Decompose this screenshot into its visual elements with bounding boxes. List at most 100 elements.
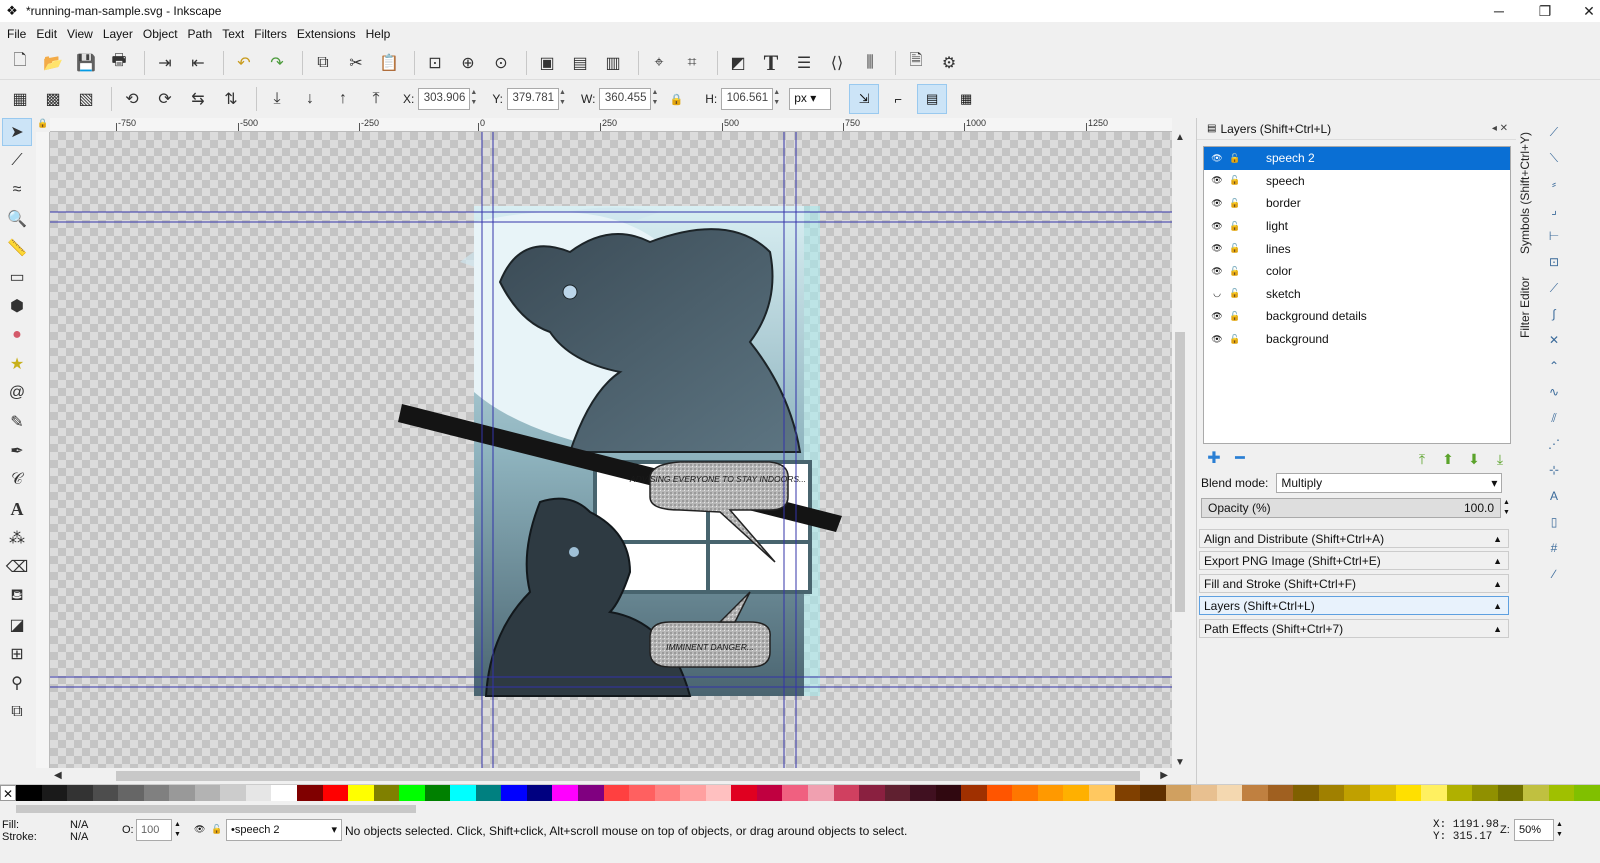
minimize-button[interactable]: ─ <box>1476 0 1522 22</box>
scroll-left-icon[interactable]: ◀ <box>54 770 62 781</box>
clone-icon[interactable]: ▥ <box>599 49 627 77</box>
layer-lock-icon[interactable]: 🔓 <box>211 824 222 835</box>
mesh-tool-icon[interactable]: ⊞ <box>2 640 32 668</box>
undo-icon[interactable]: ↶ <box>230 49 258 77</box>
scroll-thumb[interactable] <box>16 805 416 813</box>
visibility-eye-icon[interactable]: 👁 <box>1210 198 1224 209</box>
tab-filter-editor[interactable]: Filter Editor <box>1518 262 1536 338</box>
color-swatch[interactable] <box>603 785 630 801</box>
snap-bbox-icon[interactable]: ⟍ <box>1542 146 1566 170</box>
snap-bbox-corner-icon[interactable]: ⌟ <box>1542 198 1566 222</box>
lock-icon[interactable]: 🔓 <box>1228 221 1242 232</box>
selector-tool-icon[interactable]: ➤ <box>2 118 32 146</box>
color-swatch[interactable] <box>1395 785 1422 801</box>
x-input[interactable]: 303.906 <box>418 88 471 110</box>
tab-symbols[interactable]: Symbols (Shift+Ctrl+Y) <box>1518 124 1536 254</box>
ungroup-icon[interactable]: ▤ <box>566 49 594 77</box>
color-swatch[interactable] <box>373 785 400 801</box>
scale-corners-toggle[interactable]: ⌐ <box>883 84 913 114</box>
layer-row-sketch[interactable]: ◡ 🔓 sketch <box>1204 283 1510 306</box>
color-swatch[interactable] <box>1037 785 1064 801</box>
color-swatch[interactable] <box>194 785 221 801</box>
spray-tool-icon[interactable]: ⁂ <box>2 524 32 552</box>
horizontal-ruler[interactable]: -750 -500 -250 0 250 500 750 1000 1250 <box>50 118 1172 132</box>
color-swatch[interactable] <box>680 785 706 801</box>
lock-icon[interactable]: 🔓 <box>1228 311 1242 322</box>
menu-extensions[interactable]: Extensions <box>297 27 356 41</box>
panel-align-distribute[interactable]: Align and Distribute (Shift+Ctrl+A) ▲ <box>1199 529 1509 548</box>
rectangle-tool-icon[interactable]: ▭ <box>2 263 32 291</box>
color-swatch[interactable] <box>220 785 246 801</box>
zoom-drawing-icon[interactable]: ⊕ <box>454 49 482 77</box>
flip-vertical-icon[interactable]: ⇅ <box>217 85 245 113</box>
snap-path-icon[interactable]: ∫ <box>1542 302 1566 326</box>
color-swatch[interactable] <box>41 785 68 801</box>
color-swatch[interactable] <box>1293 785 1319 801</box>
flip-horizontal-icon[interactable]: ⇆ <box>184 85 212 113</box>
snap-page-border-icon[interactable]: ▯ <box>1542 510 1566 534</box>
raise-top-icon[interactable]: ⤒ <box>362 85 390 113</box>
zoom-input[interactable]: 50% <box>1514 819 1554 841</box>
color-swatch[interactable] <box>1369 785 1396 801</box>
cut-icon[interactable]: ✂ <box>342 49 370 77</box>
lock-icon[interactable]: 🔓 <box>1228 243 1242 254</box>
color-swatch[interactable] <box>143 785 170 801</box>
opacity-spinner-icon[interactable]: ▲ ▼ <box>1503 498 1510 518</box>
color-swatch[interactable] <box>1012 785 1038 801</box>
layer-row-light[interactable]: 👁 🔓 light <box>1204 215 1510 238</box>
panel-fill-stroke[interactable]: Fill and Stroke (Shift+Ctrl+F) ▲ <box>1199 574 1509 593</box>
color-swatch[interactable] <box>1446 785 1473 801</box>
unit-select[interactable]: px ▾ <box>789 88 832 110</box>
panel-path-effects[interactable]: Path Effects (Shift+Ctrl+7) ▲ <box>1199 619 1509 638</box>
new-document-icon[interactable]: 🗋 <box>6 49 34 77</box>
color-swatch[interactable] <box>501 785 527 801</box>
current-layer-select[interactable]: •speech 2 ▾ <box>226 819 342 841</box>
opacity-input[interactable]: 100 <box>136 819 172 841</box>
select-all-layers-icon[interactable]: ▩ <box>39 85 67 113</box>
snap-enable-icon[interactable]: ⟋ <box>1542 120 1566 144</box>
color-swatch[interactable] <box>705 785 732 801</box>
w-input[interactable]: 360.455 <box>599 88 652 110</box>
open-icon[interactable]: 📂 <box>39 49 67 77</box>
select-all-icon[interactable]: ▦ <box>6 85 34 113</box>
layer-row-background[interactable]: 👁 🔓 background <box>1204 328 1510 351</box>
deselect-icon[interactable]: ▧ <box>72 85 100 113</box>
export-icon[interactable]: ⇤ <box>184 49 212 77</box>
connector-tool-icon[interactable]: ⧉ <box>2 698 32 726</box>
restore-button[interactable]: ❐ <box>1522 0 1568 22</box>
color-swatch[interactable] <box>629 785 655 801</box>
scroll-thumb[interactable] <box>116 771 1140 781</box>
transform-icon[interactable]: ⌗ <box>678 49 706 77</box>
color-swatch[interactable] <box>782 785 808 801</box>
layer-row-color[interactable]: 👁 🔓 color <box>1204 260 1510 283</box>
lower-icon[interactable]: ↓ <box>296 85 324 113</box>
snap-intersection-icon[interactable]: ✕ <box>1542 328 1566 352</box>
scroll-thumb[interactable] <box>1175 332 1185 612</box>
snap-bbox-edge-icon[interactable]: ⸗ <box>1542 172 1566 196</box>
color-swatch[interactable] <box>654 785 681 801</box>
ellipse-tool-icon[interactable]: ● <box>2 321 32 349</box>
gradient-tool-icon[interactable]: ◪ <box>2 611 32 639</box>
lock-icon[interactable]: 🔓 <box>1228 198 1242 209</box>
w-spinner-icon[interactable]: ▲ ▼ <box>651 88 661 110</box>
layer-row-lines[interactable]: 👁 🔓 lines <box>1204 237 1510 260</box>
color-swatch[interactable] <box>424 785 451 801</box>
color-swatch[interactable] <box>297 785 323 801</box>
lock-ratio-icon[interactable]: 🔒 <box>669 93 683 106</box>
tweak-tool-icon[interactable]: ≈ <box>2 176 32 204</box>
save-icon[interactable]: 💾 <box>72 49 100 77</box>
color-swatch[interactable] <box>1318 785 1345 801</box>
measure-tool-icon[interactable]: 📏 <box>2 234 32 262</box>
panel-export-png[interactable]: Export PNG Image (Shift+Ctrl+E) ▲ <box>1199 551 1509 570</box>
duplicate-icon[interactable]: ⧉ <box>309 49 337 77</box>
color-swatch[interactable] <box>1574 785 1600 801</box>
color-swatch[interactable] <box>1165 785 1192 801</box>
color-swatch[interactable] <box>348 785 374 801</box>
color-swatch[interactable] <box>833 785 860 801</box>
menu-view[interactable]: View <box>67 27 93 41</box>
visibility-eye-icon[interactable]: 👁 <box>1210 334 1224 345</box>
paint-bucket-tool-icon[interactable]: ⛾ <box>2 582 32 610</box>
ruler-lock-icon[interactable]: 🔒 <box>36 118 50 132</box>
lower-bottom-icon[interactable]: ⤓ <box>263 85 291 113</box>
node-tool-icon[interactable]: ⟋ <box>2 147 32 175</box>
